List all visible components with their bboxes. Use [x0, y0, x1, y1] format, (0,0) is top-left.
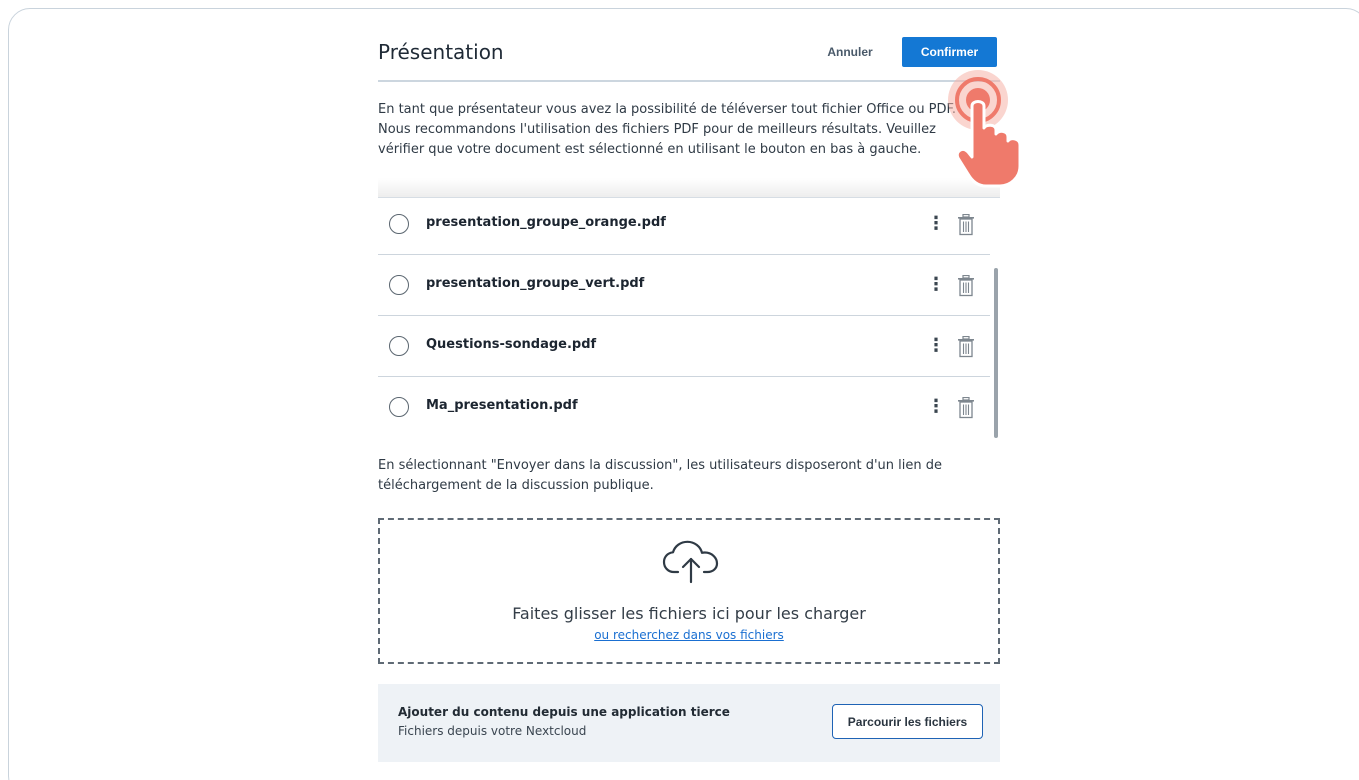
file-name: presentation_groupe_vert.pdf — [426, 276, 645, 291]
third-party-panel: Ajouter du contenu depuis une applicatio… — [378, 684, 1000, 762]
file-row[interactable]: presentation_groupe_orange.pdf ⋮ — [378, 194, 990, 255]
third-party-title: Ajouter du contenu depuis une applicatio… — [398, 705, 730, 719]
trash-icon[interactable] — [957, 213, 975, 236]
file-select-radio[interactable] — [389, 397, 409, 417]
dialog-header: Présentation Annuler Confirmer — [378, 28, 1000, 82]
trash-icon[interactable] — [957, 274, 975, 297]
download-notice-text: En sélectionnant "Envoyer dans la discus… — [378, 458, 943, 493]
dropzone-text: Faites glisser les fichiers ici pour les… — [512, 604, 866, 623]
more-vertical-icon[interactable]: ⋮ — [927, 214, 945, 236]
more-vertical-icon[interactable]: ⋮ — [927, 336, 945, 358]
confirm-button[interactable]: Confirmer — [902, 37, 997, 67]
third-party-subtitle: Fichiers depuis votre Nextcloud — [398, 724, 587, 738]
file-name: Questions-sondage.pdf — [426, 337, 597, 352]
file-name: Ma_presentation.pdf — [426, 398, 578, 413]
file-select-radio[interactable] — [389, 214, 409, 234]
presentation-dialog: Présentation Annuler Confirmer En tant q… — [378, 28, 1000, 762]
file-row[interactable]: Ma_presentation.pdf ⋮ — [378, 377, 990, 438]
file-dropzone[interactable]: Faites glisser les fichiers ici pour les… — [378, 518, 1000, 664]
file-select-radio[interactable] — [389, 336, 409, 356]
cloud-upload-icon — [662, 540, 720, 584]
more-vertical-icon[interactable]: ⋮ — [927, 397, 945, 419]
dialog-title: Présentation — [378, 40, 504, 64]
file-list: presentation_groupe_orange.pdf ⋮ present… — [378, 194, 1000, 440]
file-select-radio[interactable] — [389, 275, 409, 295]
trash-icon[interactable] — [957, 396, 975, 419]
file-name: presentation_groupe_orange.pdf — [426, 215, 666, 230]
cancel-button[interactable]: Annuler — [810, 39, 890, 66]
file-row[interactable]: Questions-sondage.pdf ⋮ — [378, 316, 990, 377]
tap-hand-icon — [938, 66, 1038, 196]
trash-icon[interactable] — [957, 335, 975, 358]
browse-files-link[interactable]: ou recherchez dans vos fichiers — [380, 628, 998, 642]
more-vertical-icon[interactable]: ⋮ — [927, 275, 945, 297]
scrollbar-thumb[interactable] — [994, 268, 998, 438]
intro-text: En tant que présentateur vous avez la po… — [378, 102, 957, 157]
file-row[interactable]: presentation_groupe_vert.pdf ⋮ — [378, 255, 990, 316]
browse-files-button[interactable]: Parcourir les fichiers — [832, 704, 983, 739]
